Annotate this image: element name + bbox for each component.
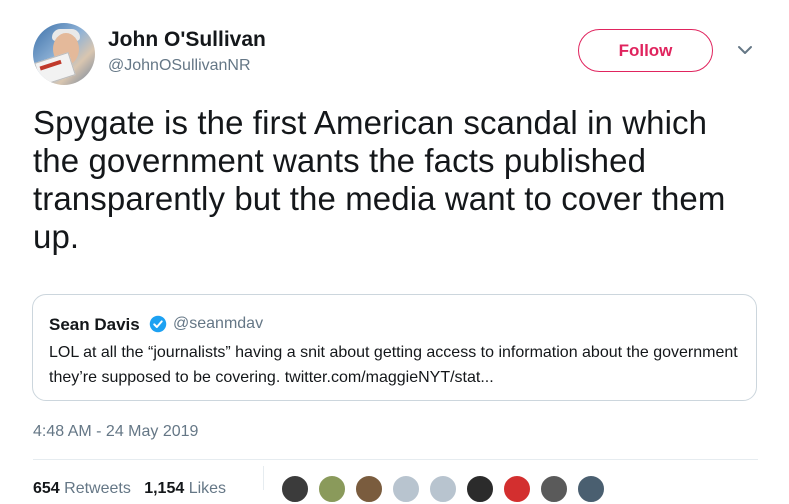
retweets-stat[interactable]: 654 Retweets [33,480,131,497]
author-avatar[interactable] [33,23,95,85]
liker-avatar[interactable] [539,474,569,504]
avatar-newspaper [34,52,76,85]
author-name[interactable]: John O'Sullivan [108,28,266,52]
retweets-count: 654 [33,480,60,497]
liker-avatar[interactable] [576,474,606,504]
quoted-author-name[interactable]: Sean Davis [49,315,140,335]
liker-avatar[interactable] [391,474,421,504]
liker-avatar[interactable] [465,474,495,504]
chevron-down-icon[interactable] [736,43,754,57]
tweet-text: Spygate is the first American scandal in… [33,104,726,255]
quoted-tweet[interactable]: Sean Davis @seanmdav LOL at all the “jou… [32,294,757,401]
liker-avatar[interactable] [354,474,384,504]
quoted-author-handle[interactable]: @seanmdav [173,315,263,333]
tweet-timestamp[interactable]: 4:48 AM - 24 May 2019 [33,423,198,441]
liker-avatar[interactable] [317,474,347,504]
verified-badge-icon [149,315,167,333]
quoted-text: LOL at all the “journalists” having a sn… [49,344,738,386]
likes-count: 1,154 [144,480,185,497]
likes-stat[interactable]: 1,154 Likes [144,480,226,497]
liker-avatar[interactable] [502,474,532,504]
likes-label: Likes [188,480,227,497]
retweets-label: Retweets [64,480,131,497]
author-handle[interactable]: @JohnOSullivanNR [108,57,251,75]
stats-separator [263,466,264,490]
divider [33,459,758,460]
liker-avatar[interactable] [428,474,458,504]
liker-avatar[interactable] [280,474,310,504]
follow-button[interactable]: Follow [578,29,713,72]
tweet-stats: 654 Retweets 1,154 Likes [33,480,226,498]
